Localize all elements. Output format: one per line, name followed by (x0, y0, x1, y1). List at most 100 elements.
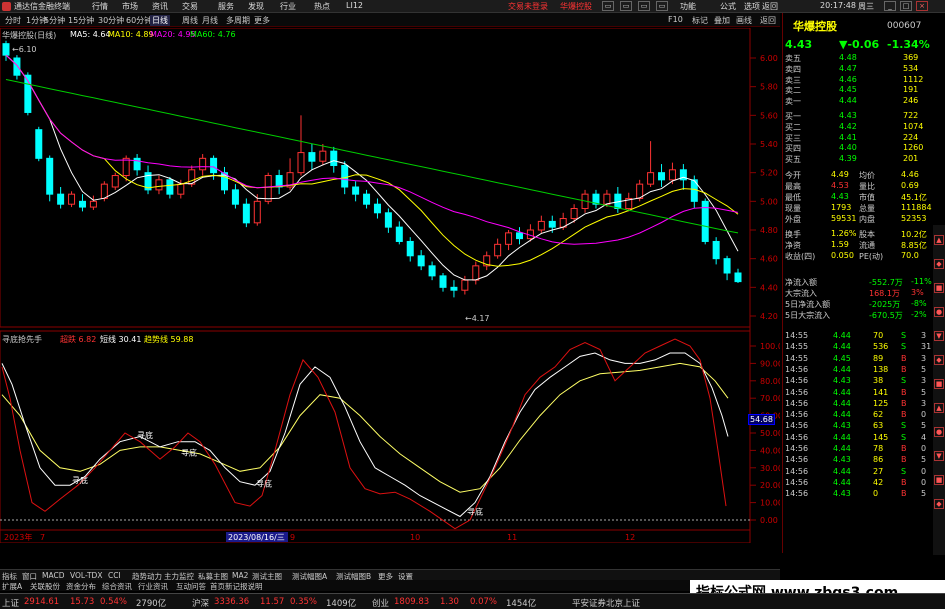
tick-row: 14:56 4.43 63 S 5 (783, 421, 933, 431)
info-tab[interactable]: 互动问答 (176, 581, 206, 592)
menu-item[interactable]: LI12 (346, 1, 363, 10)
minimize-icon[interactable]: _ (884, 1, 896, 11)
stock-code: 000607 (887, 21, 922, 31)
tick-row: 14:56 4.43 38 S 3 (783, 376, 933, 386)
toolbar-button[interactable]: 标记 (692, 15, 708, 26)
indicator-tab[interactable]: VOL-TDX (70, 571, 102, 580)
ask-row-cell: 4.48 (839, 53, 857, 62)
tool-icon[interactable]: ▲ (934, 403, 944, 413)
stat-row-cell: 外盘 (785, 215, 801, 224)
bid-row-cell: 224 (903, 132, 919, 142)
period-tab[interactable]: 15分钟 (68, 15, 94, 26)
tick-row-cell: B (901, 410, 907, 420)
bid-row-cell: 买二 (785, 122, 801, 132)
toolbar-button[interactable]: 叠加 (714, 15, 730, 26)
info-tab[interactable]: 首页新记报说明 (210, 581, 263, 592)
period-tab[interactable]: 周线 (182, 15, 198, 26)
window-icon[interactable]: ▭ (602, 1, 614, 11)
tool-icon[interactable]: ■ (934, 475, 944, 485)
period-tab[interactable]: 分时 (5, 15, 21, 26)
menu-item[interactable]: 热点 (314, 1, 330, 12)
title-menu-item[interactable]: 返回 (762, 1, 778, 12)
window-icon[interactable]: ▭ (638, 1, 650, 11)
stat-row-cell: 收益(四) (785, 252, 816, 261)
stat-row: 外盘 59531 内盘 52353 (783, 214, 933, 224)
login-status[interactable]: 交易未登录 (508, 1, 548, 12)
chart-area[interactable]: 6.00 5.80 5.60 5.40 5.20 5.00 4.80 4.60 4.40 4.20… (0, 27, 788, 544)
period-tab[interactable]: 5分钟 (44, 15, 65, 26)
tick-row-cell: 27 (873, 466, 884, 476)
ask-row-cell: 卖三 (785, 75, 801, 85)
menu-item[interactable]: 行业 (280, 1, 296, 12)
menu-item[interactable]: 服务 (218, 1, 234, 12)
info-tab[interactable]: 资金分布 (66, 581, 96, 592)
index-pct: 0.54% (100, 597, 128, 607)
tool-icon[interactable]: ◆ (934, 355, 944, 365)
tick-row-cell: 3 (921, 331, 927, 340)
tool-icon[interactable]: ■ (934, 379, 944, 389)
toolbar-button[interactable]: F10 (668, 15, 683, 24)
index-label[interactable]: 沪深 (192, 597, 209, 609)
menu-item[interactable]: 市场 (122, 1, 138, 12)
indicator-tab[interactable]: MA2 (232, 571, 248, 580)
index-value: 1809.83 (394, 597, 430, 607)
price-tick-label: 5.80 (760, 83, 778, 92)
info-tab[interactable]: 综合资讯 (102, 581, 132, 592)
price-tick-label: 4.40 (760, 283, 778, 292)
candle-body (494, 243, 502, 257)
tick-row-cell: 3 (921, 353, 927, 363)
indicator-name: 寻底抢先手 (2, 335, 42, 344)
info-tab[interactable]: 扩展A (2, 581, 22, 592)
menu-item[interactable]: 行情 (92, 1, 108, 12)
period-tab[interactable]: 日线 (150, 15, 170, 26)
window-icon[interactable]: ▭ (656, 1, 668, 11)
tool-icon[interactable]: ▼ (934, 451, 944, 461)
stat-row-cell: 52353 (901, 214, 927, 223)
tool-icon[interactable]: ◆ (934, 259, 944, 269)
toolbar-button[interactable]: 返回 (760, 15, 776, 26)
window-icon[interactable]: ▭ (620, 1, 632, 11)
title-menu-item[interactable]: 公式 (720, 1, 736, 12)
close-icon[interactable]: × (916, 1, 928, 11)
period-tab[interactable]: 60分钟 (126, 15, 152, 26)
ma-label: MA10: 4.89 (108, 30, 154, 39)
stat-row: 今开 4.49 均价 4.46 (783, 170, 933, 180)
kline-candle (701, 198, 709, 245)
tool-icon[interactable]: ◆ (934, 499, 944, 509)
toolbar-button[interactable]: 画线 (736, 15, 752, 26)
period-tab[interactable]: 多周期 (226, 15, 250, 26)
index-label[interactable]: 创业 (372, 597, 389, 609)
title-menu-item[interactable]: 功能 (680, 1, 696, 12)
ma20-line (5, 54, 739, 245)
stat-row-cell: 总量 (859, 204, 875, 213)
menu-item[interactable]: 交易 (182, 1, 198, 12)
tool-icon[interactable]: ● (934, 307, 944, 317)
index-value: 3336.36 (214, 597, 250, 607)
info-tab[interactable]: 关联股份 (30, 581, 60, 592)
tool-icon[interactable]: ▲ (934, 235, 944, 245)
menu-item[interactable]: 资讯 (152, 1, 168, 12)
period-tab[interactable]: 30分钟 (98, 15, 124, 26)
indicator-tab[interactable]: MACD (42, 571, 64, 580)
kline-chart[interactable]: 6.00 5.80 5.60 5.40 5.20 5.00 4.80 4.60 4.40 4.20… (0, 27, 788, 544)
stat-row-cell: 70.0 (901, 251, 919, 260)
menu-item[interactable]: 发现 (248, 1, 264, 12)
tick-row-cell: 5 (921, 421, 927, 431)
tick-row-cell: 89 (873, 353, 884, 363)
flow-row-cell: 净流入额 (785, 278, 817, 287)
flow-row: 大宗流入 168.1万 3% (783, 288, 933, 298)
period-tab[interactable]: 月线 (202, 15, 218, 26)
indicator-tab[interactable]: CCI (108, 571, 121, 580)
index-label[interactable]: 上证 (2, 597, 19, 609)
period-tab[interactable]: 更多 (254, 15, 270, 26)
kline-candle (373, 198, 381, 219)
candle-body (439, 275, 447, 288)
title-menu-item[interactable]: 选项 (744, 1, 760, 12)
tool-icon[interactable]: ● (934, 427, 944, 437)
tool-icon[interactable]: ▼ (934, 331, 944, 341)
tool-icon[interactable]: ■ (934, 283, 944, 293)
info-tab[interactable]: 行业资讯 (138, 581, 168, 592)
maximize-icon[interactable]: □ (900, 1, 912, 11)
price-tick-label: 5.40 (760, 140, 778, 149)
kline-candle (57, 187, 65, 209)
